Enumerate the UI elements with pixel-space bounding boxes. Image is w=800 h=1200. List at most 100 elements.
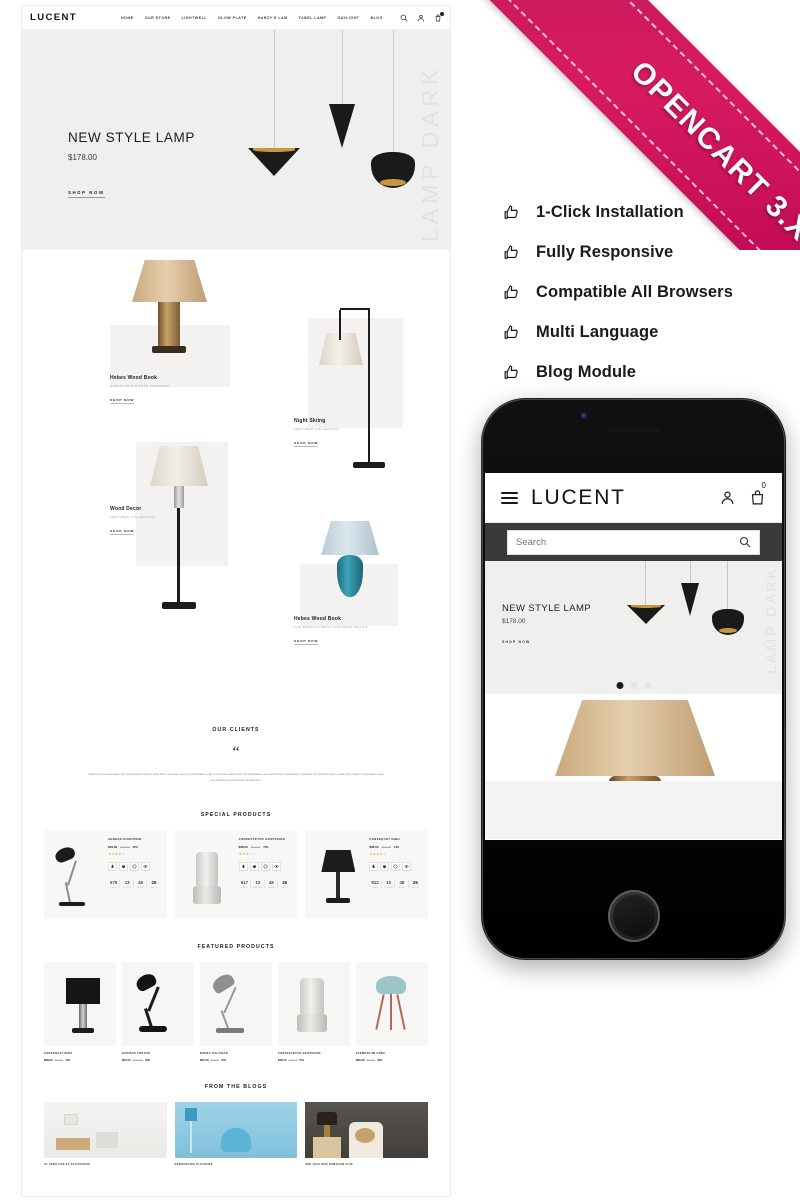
- home-button[interactable]: [607, 890, 660, 942]
- hamburger-menu-icon[interactable]: [501, 491, 518, 504]
- collection-shop-now-4[interactable]: SHOP NOW: [294, 639, 319, 645]
- special-product-card[interactable]: CONSEQUAT NIBH $68.00 $120.00 44% ★★★★★: [305, 829, 429, 918]
- nav-item-blog[interactable]: BLOG: [371, 16, 383, 20]
- pendant-lamp-drum: [712, 609, 744, 635]
- featured-product-card[interactable]: DAPIBUS TORTOR $50.00 $1,200.00 96%: [122, 961, 194, 1062]
- collection-title-3: Wood Decor: [110, 506, 142, 512]
- eye-icon[interactable]: [141, 861, 150, 871]
- collection-title-2: Night Skiing: [294, 418, 326, 424]
- product-price-row: $68.00 $120.00 44%: [44, 1058, 116, 1062]
- account-icon[interactable]: [719, 489, 736, 506]
- countdown-value: 13: [124, 879, 130, 885]
- compare-icon[interactable]: [391, 861, 401, 871]
- featured-product-card[interactable]: ELEMENTUM URNA $80.00 $120.00 33%: [356, 961, 428, 1062]
- lamp-pole-2: [368, 308, 370, 464]
- compare-icon[interactable]: [130, 861, 139, 871]
- cart-icon[interactable]: [108, 861, 117, 871]
- featured-product-card[interactable]: DONEC PULVINAR $62.00 $120.00 52%: [200, 961, 272, 1062]
- collection-subtitle-3: FEATURED COLLECTION: [110, 515, 156, 519]
- nav-item-our-store[interactable]: OUR STORE: [145, 16, 171, 20]
- eye-icon[interactable]: [271, 861, 281, 871]
- blog-card[interactable]: SED QUIA NON NUMQUAM EIUS: [305, 1101, 429, 1166]
- blog-card[interactable]: DENOUNCING PLEASURE: [174, 1101, 298, 1166]
- heart-icon[interactable]: [380, 861, 390, 871]
- featured-product-card[interactable]: CONSECTETUR ADIPISCING $38.00 $122.00 70…: [278, 961, 350, 1062]
- special-product-card[interactable]: CONSECTETUR ADIPISCING $38.00 $122.00 70…: [174, 829, 298, 918]
- product-rating: ★★★★★: [108, 851, 126, 856]
- product-old-price: $122.00: [250, 845, 261, 849]
- mobile-hero-title: NEW STYLE LAMP: [502, 603, 592, 614]
- countdown-value: 617: [240, 879, 249, 885]
- site-logo[interactable]: LUCENT: [30, 12, 77, 23]
- countdown-unit: 617 DAYS: [239, 879, 252, 889]
- countdown-label: MINS: [398, 886, 405, 889]
- lamp-crossbar-2: [340, 308, 370, 310]
- product-name: DONEC PULVINAR: [200, 1051, 228, 1055]
- special-products-grid: AENEAN DIGNISSIM $59.60 $122.00 52% ★★★★…: [44, 829, 429, 918]
- collection-caption-1: Hebes Wood Book SAM AC ELIT A ANTE COMMO…: [110, 375, 169, 406]
- nav-item-home[interactable]: HOME: [121, 16, 134, 20]
- search-icon[interactable]: [739, 536, 751, 548]
- blog-card[interactable]: AT VERO EOS ET ACCUSAMUS: [44, 1101, 167, 1166]
- collection-shop-now-2[interactable]: SHOP NOW: [294, 441, 319, 447]
- phone-screen: LUCENT 0 Search LAMP DARK NEW STYLE LAMP…: [485, 473, 782, 840]
- eye-icon[interactable]: [402, 861, 412, 871]
- featured-product-card[interactable]: CONSEQUAT NIBH $68.00 $120.00 44%: [44, 961, 116, 1062]
- mobile-logo[interactable]: LUCENT: [531, 486, 626, 510]
- feature-label: Fully Responsive: [536, 242, 674, 261]
- product-old-price: $120.00: [366, 1058, 376, 1062]
- carousel-dot[interactable]: [644, 682, 651, 689]
- cart-icon[interactable]: [434, 11, 444, 22]
- countdown-value: 48: [399, 879, 405, 885]
- product-actions: [108, 861, 160, 871]
- cart-icon[interactable]: 0: [749, 481, 766, 506]
- countdown-unit: 13 HOURS: [121, 879, 134, 889]
- special-products-title: SPECIAL PRODUCTS: [200, 811, 272, 818]
- mobile-hero-price: $178.00: [502, 618, 526, 625]
- search-input[interactable]: [516, 536, 739, 548]
- nav-item-glow-plate[interactable]: GLOW PLATE: [218, 16, 247, 20]
- search-icon[interactable]: [400, 14, 408, 22]
- collection-shop-now-3[interactable]: SHOP NOW: [110, 529, 135, 535]
- nav-item-daylight[interactable]: DAYLIGHT: [337, 16, 359, 20]
- countdown-unit: 48 MINS: [135, 879, 148, 889]
- carousel-dot[interactable]: [630, 682, 637, 689]
- nav-item-tabel-lamp[interactable]: TABEL LAMP: [299, 16, 327, 20]
- cart-icon[interactable]: [369, 861, 379, 871]
- hero-shop-now-button[interactable]: SHOP NOW: [68, 190, 105, 198]
- heart-icon[interactable]: [119, 861, 128, 871]
- countdown-value: 13: [386, 879, 391, 885]
- carousel-dots: [616, 682, 651, 689]
- carousel-dot-active[interactable]: [616, 682, 623, 689]
- product-old-price: $1,200.00: [132, 1058, 144, 1062]
- product-name: CONSEQUAT NIBH: [44, 1051, 73, 1055]
- cart-icon[interactable]: [238, 861, 248, 871]
- collection-title-4: Hebes Wood Book: [294, 616, 342, 622]
- product-price-row: $80.00 $120.00 33%: [356, 1058, 428, 1062]
- heart-icon[interactable]: [249, 861, 259, 871]
- lamp-pole-3: [177, 508, 180, 602]
- nav-item-harzys-lam[interactable]: HARZY'S LAM: [258, 16, 288, 20]
- countdown-value: 26: [151, 879, 157, 885]
- collection-caption-3: Wood Decor FEATURED COLLECTION SHOP NOW: [110, 506, 155, 537]
- nav-item-lightwell[interactable]: LIGHTWELL: [182, 16, 207, 20]
- hero-price: $178.00: [68, 153, 97, 162]
- lamp-shade-3: [150, 446, 208, 486]
- account-icon[interactable]: [417, 14, 425, 22]
- countdown-unit: 48 MINS: [266, 879, 278, 889]
- product-name: CONSEQUAT NIBH: [369, 837, 400, 841]
- collection-shop-now-1[interactable]: SHOP NOW: [110, 398, 135, 404]
- lamp-base-1: [152, 346, 186, 353]
- feature-label: Multi Language: [536, 322, 659, 341]
- product-discount: 96%: [145, 1058, 150, 1062]
- compare-icon[interactable]: [260, 861, 270, 871]
- lamp-base-3: [162, 602, 196, 609]
- mobile-hero-shop-now[interactable]: SHOP NOW: [502, 640, 530, 644]
- countdown-timer: 912 DAYS 13 HOURS 48 MINS 26 SECS: [369, 879, 421, 889]
- search-field-wrapper[interactable]: [507, 529, 760, 555]
- special-product-card[interactable]: AENEAN DIGNISSIM $59.60 $122.00 52% ★★★★…: [44, 829, 167, 918]
- feature-item: Blog Module: [503, 352, 793, 392]
- product-price-row: $38.00 $122.00 70%: [278, 1058, 350, 1062]
- countdown-unit: 675 DAYS: [108, 879, 121, 889]
- countdown-label: SECS: [150, 886, 158, 889]
